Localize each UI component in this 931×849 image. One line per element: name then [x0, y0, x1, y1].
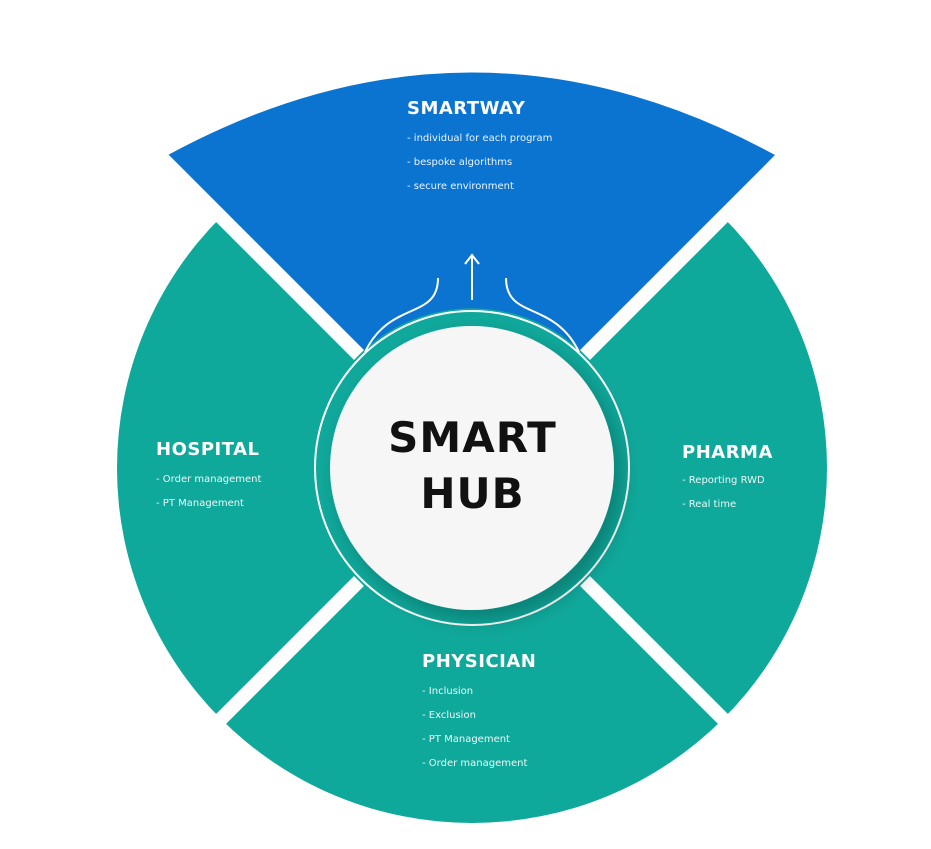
smartway-item: - bespoke algorithms: [407, 157, 513, 168]
hub-title-line1: SMART: [388, 413, 557, 462]
hub-title: SMART HUB: [330, 410, 615, 522]
physician-item: - PT Management: [422, 734, 510, 745]
smartway-item: - secure environment: [407, 181, 514, 192]
pharma-title: PHARMA: [682, 442, 773, 463]
smartway-title: SMARTWAY: [407, 98, 526, 119]
hospital-item: - Order management: [156, 474, 262, 485]
physician-item: - Inclusion: [422, 686, 474, 697]
physician-block: PHYSICIAN - Inclusion - Exclusion - PT M…: [422, 651, 536, 776]
pharma-block: PHARMA - Reporting RWD - Real time: [682, 442, 773, 517]
smartway-block: SMARTWAY - individual for each program -…: [407, 98, 552, 199]
hospital-block: HOSPITAL - Order management - PT Managem…: [156, 439, 261, 516]
pharma-item: - Reporting RWD: [682, 475, 765, 486]
physician-item: - Exclusion: [422, 710, 476, 721]
hospital-title: HOSPITAL: [156, 439, 260, 460]
hospital-item: - PT Management: [156, 498, 244, 509]
pharma-item: - Real time: [682, 499, 737, 510]
physician-title: PHYSICIAN: [422, 651, 537, 672]
physician-item: - Order management: [422, 758, 528, 769]
smartway-item: - individual for each program: [407, 133, 553, 144]
hub-title-line2: HUB: [420, 469, 525, 518]
